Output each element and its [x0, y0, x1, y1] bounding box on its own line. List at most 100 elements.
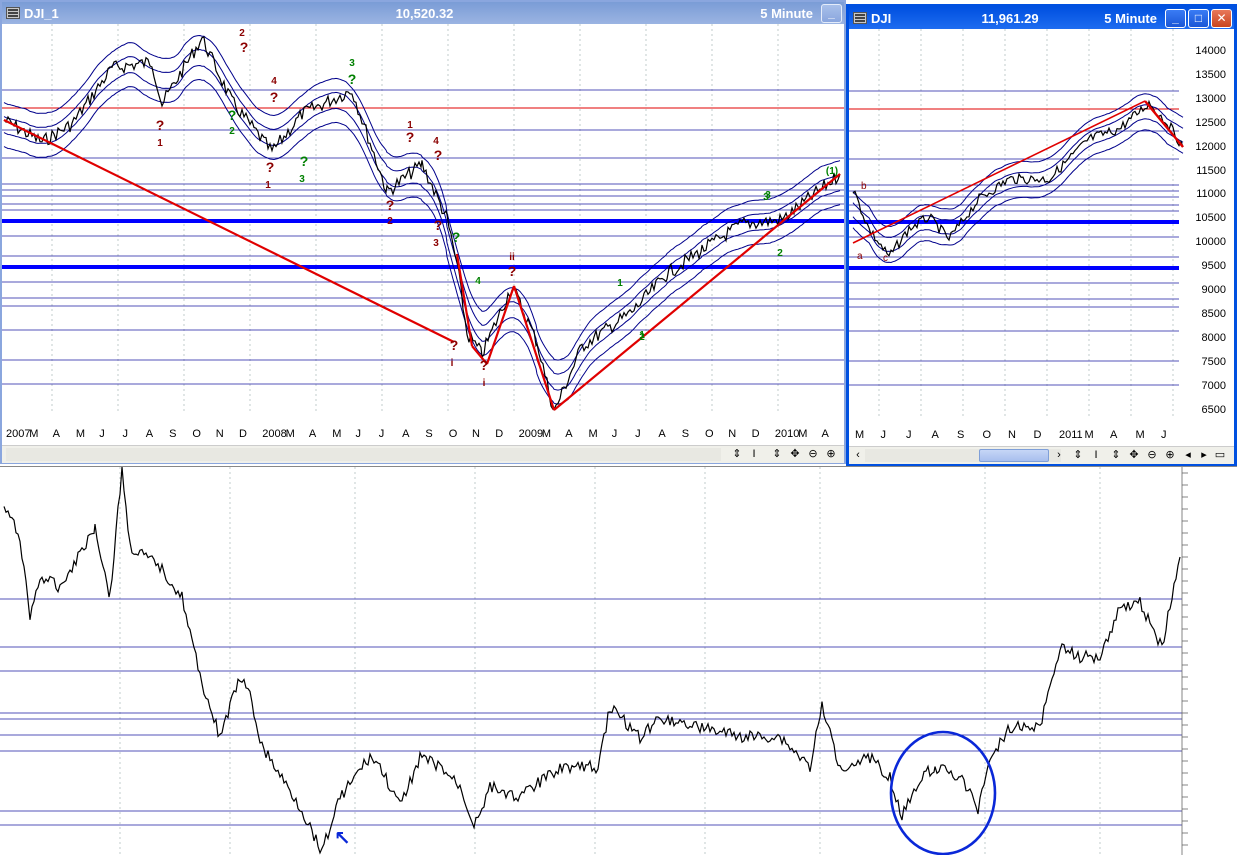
time-axis-label: 2007	[6, 428, 31, 440]
price-scale-label: 7500	[1201, 355, 1226, 368]
time-axis-label: M	[798, 428, 808, 440]
price-chart-dji1: ???????????????(1)iii123412312341234i312	[2, 24, 844, 414]
cursor-icon[interactable]: I	[1089, 448, 1103, 462]
last-price-label: 11,961.29	[981, 10, 1039, 26]
time-axis-label: 2011	[1059, 429, 1083, 441]
chart-scrollbar-row[interactable]: ⇕ I ⇕ ✥ ⊖ ⊕	[2, 445, 844, 463]
wave-label: ?	[300, 153, 309, 169]
wave-label: 4	[271, 76, 277, 87]
wave-label: ?	[348, 71, 357, 87]
time-axis-label: A	[402, 428, 410, 440]
price-line	[3, 36, 841, 411]
time-axis-label: N	[728, 428, 737, 440]
time-axis-label: A	[821, 428, 829, 440]
time-axis-label: M	[1135, 429, 1145, 441]
zoom-fit-icon[interactable]: ⇕	[1071, 448, 1085, 462]
time-axis-label: M	[855, 429, 865, 441]
maximize-button[interactable]: □	[1188, 8, 1209, 28]
highlight-circle	[889, 730, 997, 855]
wave-trendline	[3, 119, 455, 343]
window-titlebar-dji[interactable]: DJI 11,961.29 5 Minute _ □ ✕	[849, 7, 1234, 29]
wave-label: ?	[156, 117, 165, 133]
wave-label: 4	[475, 276, 481, 287]
price-scale-label: 8000	[1201, 331, 1226, 344]
zoom-in-icon[interactable]: ⊕	[1163, 448, 1177, 462]
time-axis-label: J	[1161, 429, 1167, 441]
time-axis-label: J	[99, 428, 105, 440]
time-axis-label: A	[145, 428, 154, 440]
price-chart-panel[interactable]: ??????????????? (1) i ii 1 2 3 4 1 2 3 1 2 3 4 1 2 3 4 i 3 1 2	[2, 24, 844, 414]
scroll-track[interactable]	[6, 448, 721, 461]
chart-scrollbar-row[interactable]: ‹ › ⇕ I ⇕ ✥ ⊖ ⊕ ◂ ▸ ▭	[849, 446, 1234, 464]
wave-label: ?	[452, 229, 461, 245]
keltner-lower	[3, 64, 841, 391]
wave-label: ?	[386, 197, 395, 213]
chart-window-dji1[interactable]: DJI_1 10,520.32 5 Minute _ ?????????????…	[0, 0, 846, 464]
price-scale-label: 13000	[1195, 92, 1226, 105]
zoom-out-icon[interactable]: ⊖	[1145, 448, 1159, 462]
indicator-chart-window[interactable]: ↖	[0, 466, 1237, 855]
annotation-arrow-icon: ↖	[334, 826, 351, 850]
time-axis-label: O	[192, 428, 201, 440]
time-axis-label: O	[448, 428, 458, 440]
scroll-left-icon[interactable]: ‹	[851, 448, 865, 462]
price-scale-label: 9500	[1201, 260, 1226, 273]
price-scale-label: 6500	[1201, 403, 1226, 416]
last-price-label: 10,520.32	[395, 5, 454, 21]
time-axis-label: M	[332, 428, 342, 440]
time-axis-label: M	[1084, 429, 1094, 441]
pan-icon[interactable]: ✥	[788, 447, 802, 461]
wave-label: ?	[240, 39, 249, 55]
time-axis-label: N	[215, 428, 224, 440]
time-axis-label: O	[705, 428, 714, 440]
time-axis-label: D	[495, 428, 504, 440]
wave-label: 3	[349, 58, 355, 69]
price-scale-label: 11500	[1196, 164, 1226, 177]
wave-label: ?	[266, 159, 275, 175]
time-axis-label: J	[635, 428, 641, 440]
page-right-icon[interactable]: ▸	[1197, 448, 1211, 462]
pan-icon[interactable]: ✥	[1127, 448, 1141, 462]
minimize-button[interactable]: _	[1165, 8, 1186, 28]
time-axis-label: A	[308, 428, 317, 440]
chart-window-dji[interactable]: DJI 11,961.29 5 Minute _ □ ✕ abc 14000 13…	[846, 4, 1237, 466]
time-axis-label: D	[239, 428, 247, 440]
window-titlebar-dji1[interactable]: DJI_1 10,520.32 5 Minute _	[2, 2, 844, 24]
keltner-upper	[852, 104, 1184, 239]
wave-label: 2	[239, 28, 245, 39]
window-list-icon[interactable]: ▭	[1213, 448, 1227, 462]
wave-label: a	[857, 251, 863, 262]
time-axis-label: J	[906, 429, 912, 441]
time-axis-label: S	[425, 428, 433, 440]
wave-label: ii	[509, 252, 515, 263]
time-axis-label: S	[681, 428, 690, 440]
wave-label: 2	[229, 126, 235, 137]
cursor-icon[interactable]: I	[747, 447, 761, 461]
wave-label: 1	[157, 138, 163, 149]
scroll-thumb[interactable]	[979, 449, 1049, 462]
close-button[interactable]: ✕	[1211, 8, 1232, 28]
time-axis: M J J A S O N D 2011 M A M J	[849, 429, 1234, 443]
wave-label: 2	[639, 332, 645, 343]
price-scale-label: 12500	[1195, 116, 1226, 129]
time-axis-label: A	[1110, 429, 1118, 441]
vertical-scale-icon[interactable]: ⇕	[770, 447, 784, 461]
symbol-label: DJI_1	[24, 5, 59, 21]
wave-label: 2	[777, 248, 783, 259]
price-line	[852, 99, 1184, 257]
zoom-in-icon[interactable]: ⊕	[824, 447, 838, 461]
page-left-icon[interactable]: ◂	[1181, 448, 1195, 462]
scroll-right-icon[interactable]: ›	[1052, 448, 1066, 462]
wave-label: ?	[434, 147, 443, 163]
minimize-button[interactable]: _	[821, 3, 842, 23]
time-axis-label: 2009	[518, 428, 544, 440]
zoom-fit-icon[interactable]: ⇕	[730, 447, 744, 461]
wave-label: 1	[265, 180, 271, 191]
time-axis-label: 2010	[774, 428, 800, 440]
wave-label: i	[451, 358, 454, 369]
wave-trendline	[553, 173, 841, 411]
vertical-scale-icon[interactable]: ⇕	[1109, 448, 1123, 462]
price-chart-panel[interactable]: abc 14000 13500 13000 12500 12000 11500 11000 1…	[849, 29, 1234, 419]
zoom-out-icon[interactable]: ⊖	[806, 447, 820, 461]
wave-label: ?	[228, 107, 237, 123]
